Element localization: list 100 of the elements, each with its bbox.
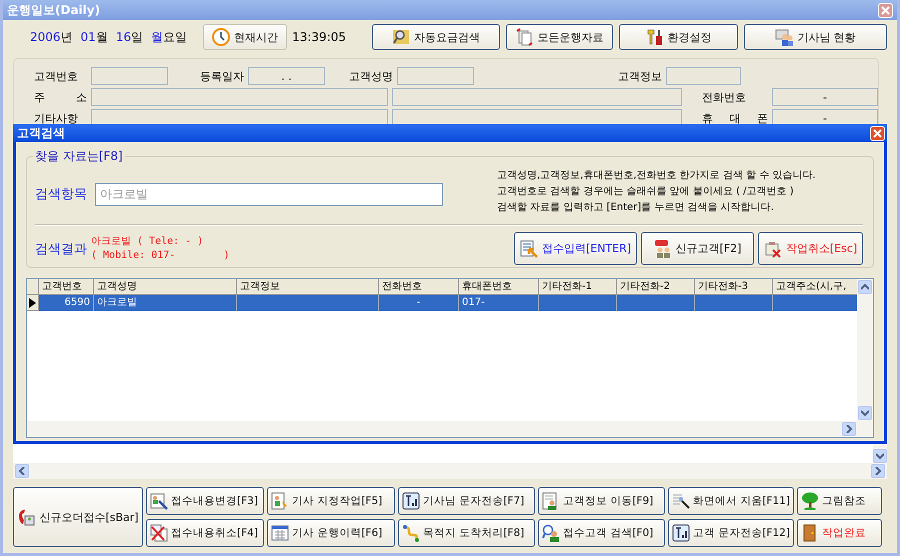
field-label: 고객번호 xyxy=(33,68,79,84)
column-header[interactable]: 기타전화-2 xyxy=(617,279,695,295)
close-button[interactable] xyxy=(878,2,893,18)
text-field[interactable] xyxy=(91,88,388,106)
action-button[interactable]: 기사 지정작업[F5] xyxy=(267,487,395,515)
current-time-button[interactable]: 현재시간 xyxy=(203,24,288,50)
action-button[interactable]: 기사 운행이력[F6] xyxy=(267,519,395,547)
close-icon xyxy=(873,128,882,138)
column-header[interactable]: 고객정보 xyxy=(237,279,379,295)
text-field[interactable] xyxy=(397,67,474,85)
scroll-up-button[interactable] xyxy=(858,280,872,294)
scroll-right-button[interactable] xyxy=(842,422,856,436)
table-row[interactable]: 6590 아크로빌 - 017- xyxy=(27,295,857,311)
group-title: 찾을 자료는[F8] xyxy=(33,148,125,165)
dialog-button[interactable]: 접수입력[ENTER] xyxy=(514,232,637,265)
list-icon xyxy=(520,240,538,258)
close-button[interactable] xyxy=(870,126,885,140)
date-unit: 년 xyxy=(60,28,73,46)
scroll-right-button[interactable] xyxy=(871,464,885,478)
toolbar-button[interactable]: 환경설정 xyxy=(619,24,738,50)
current-row-icon xyxy=(29,298,36,308)
horizontal-scrollbar[interactable] xyxy=(27,421,873,437)
action-button[interactable]: 작업완료 xyxy=(797,519,882,547)
dialog-title: 고객검색 xyxy=(17,124,65,142)
clock-icon xyxy=(212,28,230,46)
text-field[interactable] xyxy=(392,88,682,106)
action-button[interactable]: 그림참조 xyxy=(797,487,882,515)
help-text: 고객성명,고객정보,휴대폰번호,전화번호 한가지로 검색 할 수 있습니다. xyxy=(497,169,816,183)
documents-icon xyxy=(516,28,534,46)
toolbar-button[interactable]: 모든운행자료 xyxy=(506,24,613,50)
person-card-icon xyxy=(271,492,289,510)
new-order-button[interactable]: 신규오더접수[sBar] xyxy=(13,487,143,547)
action-button[interactable]: 접수내용취소[F4] xyxy=(146,519,264,547)
text-field[interactable] xyxy=(91,67,168,85)
column-header[interactable]: 휴대폰번호 xyxy=(459,279,539,295)
search-icon xyxy=(392,28,410,46)
action-button[interactable]: 접수고객 검색[F0] xyxy=(538,519,665,547)
search-label: 검색항목 xyxy=(35,186,87,203)
text-field[interactable] xyxy=(666,67,741,85)
action-button[interactable]: 고객정보 이동[F9] xyxy=(538,487,665,515)
table-cell: - xyxy=(379,295,459,311)
toolbar-button[interactable]: 기사님 현황 xyxy=(744,24,887,50)
scroll-down-button[interactable] xyxy=(873,449,887,463)
scroll-left-button[interactable] xyxy=(15,464,29,478)
window-title: 운행일보(Daily) xyxy=(7,2,100,18)
field-label: 기타사항 xyxy=(33,110,79,126)
tools-icon xyxy=(646,28,664,46)
date-value: 월 xyxy=(151,28,164,46)
dialog-button[interactable]: 작업취소[Esc] xyxy=(758,232,863,265)
action-button[interactable]: 접수내용변경[F3] xyxy=(146,487,264,515)
column-header[interactable]: 고객주소(시,구, xyxy=(773,279,857,295)
new-people-icon xyxy=(654,240,672,258)
column-header[interactable]: 기타전화-3 xyxy=(695,279,773,295)
date-value: 2006 xyxy=(30,30,61,44)
tree-icon xyxy=(801,492,819,510)
time-text: 13:39:05 xyxy=(292,30,348,44)
column-header[interactable]: 고객번호 xyxy=(39,279,94,295)
date-unit: 월 xyxy=(96,28,108,46)
field-label: 주 소 xyxy=(33,90,88,104)
result-text: ( Mobile: 017- ) xyxy=(91,248,230,262)
route-icon xyxy=(402,524,420,542)
field-label: 고객성명 xyxy=(348,68,394,84)
field-label: 등록일자 xyxy=(199,68,245,84)
table-cell: 아크로빌 xyxy=(94,295,237,311)
signal-icon xyxy=(672,524,690,542)
date-unit: 일 xyxy=(131,28,144,46)
action-button[interactable]: 목적지 도착처리[F8] xyxy=(398,519,535,547)
date-unit: 요일 xyxy=(163,28,188,46)
card-pencil-icon xyxy=(150,492,168,510)
scroll-down-button[interactable] xyxy=(858,406,872,420)
field-label: 휴 대 폰 xyxy=(701,110,769,126)
phone-icon xyxy=(17,508,36,526)
signal-icon xyxy=(402,492,420,510)
grid-corner xyxy=(27,279,39,295)
column-header[interactable]: 전화번호 xyxy=(379,279,459,295)
action-button[interactable]: 고객 문자전송[F12] xyxy=(668,519,794,547)
result-text: 아크로빌 ( Tele: - ) xyxy=(91,234,204,248)
cancel-icon xyxy=(764,240,782,258)
vertical-scrollbar[interactable] xyxy=(857,279,873,421)
text-field[interactable]: - xyxy=(772,88,878,106)
help-text: 고객번호로 검색할 경우에는 슬래쉬를 앞에 붙이세요 ( /고객번호 ) xyxy=(497,185,795,199)
column-header[interactable]: 기타전화-1 xyxy=(539,279,617,295)
action-button[interactable]: 기사님 문자전송[F7] xyxy=(398,487,535,515)
erase-icon xyxy=(672,492,690,510)
field-label: 고객정보 xyxy=(617,68,663,84)
text-field[interactable]: . . xyxy=(248,67,325,85)
card-cross-icon xyxy=(150,524,168,542)
action-button[interactable]: 화면에서 지움[F11] xyxy=(668,487,794,515)
horizontal-scrollbar[interactable] xyxy=(13,463,887,479)
people-icon xyxy=(775,28,794,46)
field-label: 전화번호 xyxy=(701,90,747,104)
column-header[interactable]: 고객성명 xyxy=(94,279,237,295)
dialog-button[interactable]: 신규고객[F2] xyxy=(641,232,754,265)
help-text: 검색할 자료를 입력하고 [Enter]를 누르면 검색을 시작합니다. xyxy=(497,201,775,215)
search-person-icon xyxy=(542,524,560,542)
date-value: 01 xyxy=(80,30,96,44)
table-cell: 017- xyxy=(459,295,539,311)
table-cell: 6590 xyxy=(39,295,94,311)
result-label: 검색결과 xyxy=(35,240,87,258)
toolbar-button[interactable]: 자동요금검색 xyxy=(372,24,500,50)
